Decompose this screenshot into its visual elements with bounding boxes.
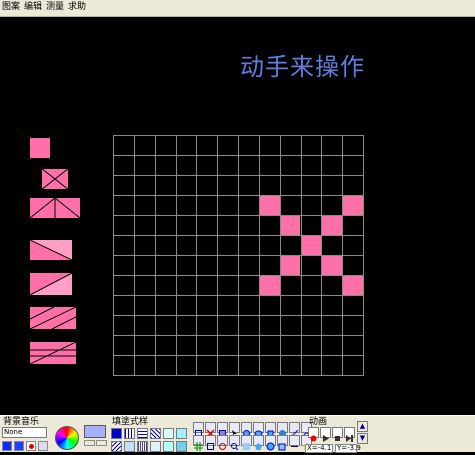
filled-cell[interactable] — [342, 275, 363, 295]
bottom-toolbar: 背景音乐 None 填塗式样 X=-4.1 Y=-3.9 动画 ▲ ▼ — [0, 415, 475, 453]
tile-two-triangles[interactable] — [30, 198, 80, 218]
arrow-right-icon[interactable] — [96, 440, 107, 446]
filled-cell[interactable] — [258, 195, 280, 215]
shape-icon[interactable] — [241, 435, 252, 450]
x-pattern-icon — [41, 168, 69, 190]
fill-diagonal-lines[interactable] — [150, 428, 161, 439]
frame-icon[interactable] — [205, 435, 216, 450]
current-color-swatch[interactable] — [84, 425, 106, 438]
polygon-icon[interactable] — [253, 435, 264, 450]
fill-cyan[interactable] — [176, 428, 187, 439]
bg-music-select[interactable]: None — [2, 427, 47, 438]
grid-line-vertical — [217, 135, 218, 376]
double-diagonal-icon — [30, 307, 76, 329]
fill-light-cyan[interactable] — [163, 428, 174, 439]
fill-horizontal-lines[interactable] — [137, 428, 148, 439]
menu-pattern[interactable]: 图案 — [2, 2, 20, 13]
fill-dense-lines[interactable] — [137, 441, 148, 452]
music-tool-icon[interactable] — [38, 441, 48, 451]
grid-line-vertical — [342, 135, 343, 376]
tile-solid-square[interactable] — [30, 138, 50, 158]
filled-cell[interactable] — [321, 255, 343, 275]
cube-icon[interactable] — [277, 435, 288, 451]
filled-cell[interactable] — [258, 275, 280, 295]
square-outline-icon[interactable] — [217, 422, 228, 437]
rectangle-icon[interactable] — [193, 422, 204, 437]
fill-vertical-lines[interactable] — [124, 428, 135, 439]
scroll-up-icon[interactable]: ▲ — [357, 421, 368, 432]
red-dot-icon — [29, 444, 34, 449]
ellipse-icon[interactable] — [253, 422, 264, 437]
record-icon[interactable] — [308, 427, 319, 442]
fill-pale-blue[interactable] — [150, 441, 161, 452]
fill-solid-blue[interactable] — [111, 428, 122, 439]
play-icon[interactable] — [320, 427, 331, 442]
grid-line-vertical — [321, 135, 322, 376]
menu-bar: 图案 编辑 测量 求助 — [0, 0, 475, 17]
rotate-icon[interactable] — [217, 435, 228, 450]
tile-wide-triangle-double[interactable] — [30, 307, 76, 329]
page-title: 动手来操作 — [240, 53, 365, 81]
diagonal-split-icon — [30, 273, 72, 295]
pointer-icon[interactable] — [229, 422, 240, 437]
tile-wide-triangle-top[interactable] — [30, 240, 72, 260]
grid-line-vertical — [134, 135, 135, 376]
measure-icon[interactable] — [289, 435, 300, 447]
fill-back-diagonal[interactable] — [111, 441, 122, 452]
zoom-icon[interactable] — [229, 435, 240, 451]
grid-line-vertical — [155, 135, 156, 376]
fill-teal[interactable] — [176, 441, 187, 452]
stop-square-icon[interactable] — [14, 441, 24, 451]
grid-line-vertical — [113, 135, 114, 376]
blue-color-button[interactable] — [2, 441, 12, 451]
delete-x-icon[interactable] — [205, 422, 216, 438]
fill-aqua[interactable] — [163, 441, 174, 452]
grid-line-vertical — [301, 135, 302, 376]
filled-cell[interactable] — [279, 255, 301, 275]
color-wheel-icon[interactable] — [55, 426, 79, 450]
menu-help[interactable]: 求助 — [68, 2, 86, 13]
menu-measure[interactable]: 测量 — [46, 2, 64, 13]
triangle-pair-icon — [30, 198, 80, 218]
tile-wide-triangle-diagonal[interactable] — [30, 273, 72, 295]
square-grid[interactable] — [113, 135, 364, 376]
arrow-left-icon[interactable] — [84, 440, 95, 446]
line-tool-icon[interactable] — [289, 422, 300, 438]
filled-cell[interactable] — [279, 215, 301, 235]
cylinder-icon[interactable] — [265, 422, 276, 438]
step-icon[interactable] — [344, 427, 355, 442]
filled-cell[interactable] — [321, 215, 343, 235]
scroll-down-icon[interactable]: ▼ — [357, 433, 368, 444]
grid-line-vertical — [176, 135, 177, 376]
cross-diagonal-icon — [30, 342, 76, 364]
grid-tool-icon[interactable] — [193, 435, 204, 451]
fill-light-blue[interactable] — [124, 441, 135, 452]
bg-music-label: 背景音乐 — [3, 417, 40, 427]
fill-style-label: 填塗式样 — [112, 417, 149, 427]
grid-line-vertical — [238, 135, 239, 376]
tile-square-with-x[interactable] — [41, 168, 69, 190]
diagonal-split-icon — [30, 240, 72, 260]
menu-edit[interactable]: 编辑 — [24, 2, 42, 13]
grid-line-vertical — [196, 135, 197, 376]
sphere-icon[interactable] — [277, 422, 288, 437]
tile-wide-triangle-cross[interactable] — [30, 342, 76, 364]
stop-icon[interactable] — [332, 427, 343, 441]
record-icon[interactable] — [26, 441, 36, 451]
globe-icon[interactable] — [265, 435, 276, 451]
filled-cell[interactable] — [300, 235, 322, 255]
grid-line-vertical — [259, 135, 260, 376]
filled-cell[interactable] — [342, 195, 363, 215]
animation-label: 动画 — [309, 417, 328, 427]
grid-line-vertical — [363, 135, 364, 376]
circle-icon[interactable] — [241, 422, 252, 437]
grid-line-vertical — [280, 135, 281, 376]
